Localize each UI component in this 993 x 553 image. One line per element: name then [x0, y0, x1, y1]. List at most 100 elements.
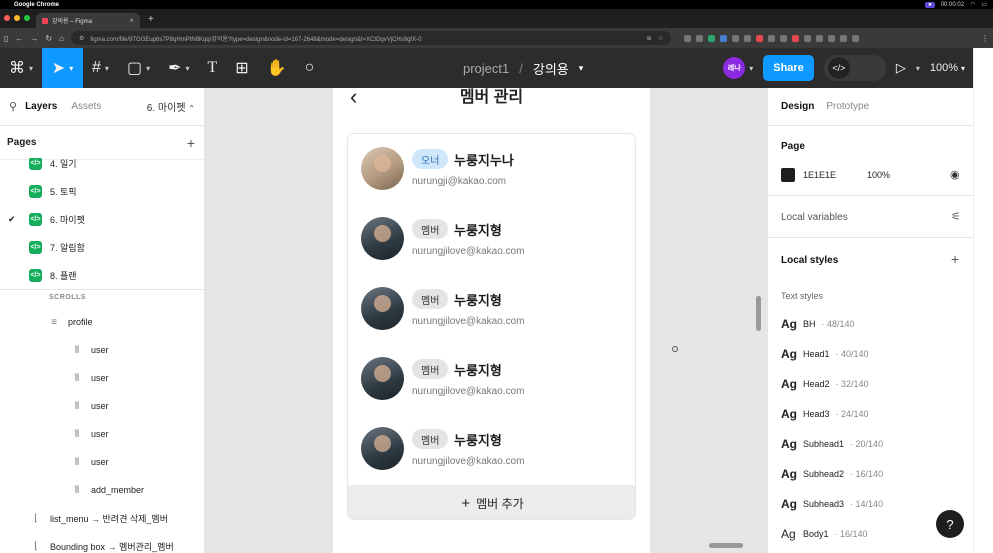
browser-tab[interactable]: 강의용 – Figma × [36, 13, 140, 28]
extension-icon[interactable] [683, 34, 691, 42]
layer-item[interactable]: ⫴ add_member [72, 480, 144, 500]
sidebar-toggle-icon[interactable]: ▯ [4, 34, 8, 43]
wifi-icon[interactable]: ◠ [970, 1, 975, 8]
reload-icon[interactable]: ↻ [45, 34, 52, 43]
member-row[interactable]: 멤버 누룽지형 nurungjilove@kakao.com [348, 344, 635, 404]
chevron-down-icon[interactable]: ▾ [916, 64, 920, 73]
extension-icon[interactable] [707, 34, 715, 42]
text-tool-button[interactable]: T [199, 48, 227, 88]
page-item[interactable]: </> 8. 플랜 [0, 264, 204, 286]
share-button[interactable]: Share [763, 55, 814, 81]
file-name[interactable]: 강의용 [533, 59, 569, 78]
local-variables-label[interactable]: Local variables [781, 212, 848, 223]
site-info-icon[interactable]: ⚙ [79, 35, 84, 42]
search-icon[interactable]: ⚲ [9, 100, 17, 113]
extension-icon[interactable] [767, 34, 775, 42]
extension-icon[interactable] [827, 34, 835, 42]
visibility-eye-icon[interactable]: ◉ [950, 168, 960, 181]
layer-item[interactable]: ⫴ user [72, 340, 109, 360]
extension-icon[interactable] [851, 34, 859, 42]
close-window-button[interactable] [4, 15, 10, 21]
menu-app-name[interactable]: Google Chrome [14, 2, 59, 8]
extension-icon[interactable] [755, 34, 763, 42]
tab-prototype[interactable]: Prototype [826, 101, 869, 112]
background-color-swatch[interactable] [781, 168, 795, 182]
move-tool-button[interactable]: ➤ ▾ [42, 48, 84, 88]
text-style-item[interactable]: Ag Head2 · 32/140 [781, 376, 869, 392]
text-style-item[interactable]: Ag BH · 48/140 [781, 316, 855, 332]
main-menu-button[interactable]: ⌘ ▾ [0, 48, 42, 88]
present-play-icon[interactable]: ▷ [896, 60, 906, 76]
layer-item[interactable]: ⫴ user [72, 396, 109, 416]
text-style-item[interactable]: Ag Head1 · 40/140 [781, 346, 869, 362]
text-style-item[interactable]: Ag Subhead3 · 14/140 [781, 496, 883, 512]
extension-icon[interactable] [743, 34, 751, 42]
new-tab-button[interactable]: + [140, 14, 154, 28]
resources-button[interactable]: ⊞ [226, 48, 257, 88]
text-style-item[interactable]: Ag Head3 · 24/140 [781, 406, 869, 422]
tab-layers[interactable]: Layers [25, 101, 57, 112]
add-member-button[interactable]: + 멤버 추가 [348, 485, 635, 519]
sliders-icon[interactable]: ⚟ [951, 210, 961, 223]
close-tab-icon[interactable]: × [129, 16, 134, 25]
bookmark-star-icon[interactable]: ☆ [658, 35, 663, 42]
page-item-current[interactable]: ✔ </> 6. 마이펫 [0, 208, 204, 230]
extension-icon[interactable] [779, 34, 787, 42]
layer-item[interactable]: ⫴ user [72, 368, 109, 388]
project-name[interactable]: project1 [463, 61, 509, 76]
dev-mode-toggle[interactable]: </> [823, 55, 886, 81]
url-field[interactable]: ⚙ figma.com/file/9TGGEup6s7P8qHmPtN8Kqq/… [70, 31, 671, 45]
extension-icon[interactable] [791, 34, 799, 42]
extension-icon[interactable] [731, 34, 739, 42]
extension-icon[interactable] [815, 34, 823, 42]
background-opacity-input[interactable]: 100% [867, 170, 890, 180]
help-button[interactable]: ? [936, 510, 964, 538]
text-style-item[interactable]: Ag Subhead1 · 20/140 [781, 436, 883, 452]
layer-item[interactable]: ⫴ user [72, 452, 109, 472]
layer-item[interactable]: ⫴ user [72, 424, 109, 444]
pen-tool-button[interactable]: ✒ ▾ [159, 48, 198, 88]
tab-assets[interactable]: Assets [71, 101, 101, 112]
frame-tool-button[interactable]: # ▾ [83, 48, 118, 88]
zoom-dropdown[interactable]: 100% ▾ [930, 62, 965, 74]
comment-tool-button[interactable]: ○ [296, 48, 324, 88]
chrome-menu-icon[interactable]: ⋮ [981, 34, 989, 43]
phone-frame[interactable]: ‹ 멤버 관리 오너 누룽지누나 nurungji@kakao.com 멤버 누… [333, 88, 650, 553]
battery-icon[interactable]: ▭ [981, 1, 987, 8]
extension-icon[interactable] [803, 34, 811, 42]
text-style-item[interactable]: Ag Subhead2 · 16/140 [781, 466, 883, 482]
user-avatar[interactable]: 레나 [723, 57, 746, 79]
design-canvas[interactable]: ‹ 멤버 관리 오너 누룽지누나 nurungji@kakao.com 멤버 누… [205, 88, 767, 553]
extension-icon[interactable] [839, 34, 847, 42]
extension-icon[interactable] [695, 34, 703, 42]
zoom-icon[interactable]: ⊕ [647, 35, 652, 42]
page-item[interactable]: </> 7. 알림함 [0, 236, 204, 258]
add-style-button[interactable]: + [951, 251, 959, 267]
horizontal-scrollbar[interactable] [709, 543, 743, 548]
page-item[interactable]: </> 4. 일기 [0, 158, 204, 174]
member-row[interactable]: 오너 누룽지누나 nurungji@kakao.com [348, 134, 635, 194]
minimize-window-button[interactable] [14, 15, 20, 21]
page-item[interactable]: </> 5. 토픽 [0, 180, 204, 202]
layer-item[interactable]: ≡ profile [49, 312, 92, 332]
vertical-scrollbar[interactable] [756, 296, 761, 331]
forward-arrow-icon[interactable]: → [30, 34, 38, 43]
current-page-dropdown[interactable]: 6. 마이펫 ⌃ [147, 99, 195, 114]
member-row[interactable]: 멤버 누룽지형 nurungjilove@kakao.com [348, 204, 635, 264]
layer-item[interactable]: ⌊ list_menu → 반려견 삭제_멤버 [31, 508, 168, 528]
member-row[interactable]: 멤버 누룽지형 nurungjilove@kakao.com [348, 414, 635, 474]
background-hex-input[interactable]: 1E1E1E [803, 170, 836, 180]
chevron-down-icon[interactable]: ▾ [749, 64, 753, 73]
record-icon[interactable]: ● [925, 1, 935, 8]
member-row[interactable]: 멤버 누룽지형 nurungjilove@kakao.com [348, 274, 635, 334]
layer-item[interactable]: ⌊ Bounding box → 멤버관리_멤버 [31, 536, 174, 553]
shape-tool-button[interactable]: ▢ ▾ [118, 48, 159, 88]
home-icon[interactable]: ⌂ [59, 34, 64, 43]
back-arrow-icon[interactable]: ← [15, 34, 23, 43]
maximize-window-button[interactable] [24, 15, 30, 21]
add-page-button[interactable]: + [187, 135, 195, 151]
extension-icon[interactable] [719, 34, 727, 42]
hand-tool-button[interactable]: ✋ [258, 48, 296, 88]
chevron-down-icon[interactable]: ▾ [579, 63, 584, 74]
text-style-item[interactable]: Ag Body1 · 16/140 [781, 526, 868, 542]
